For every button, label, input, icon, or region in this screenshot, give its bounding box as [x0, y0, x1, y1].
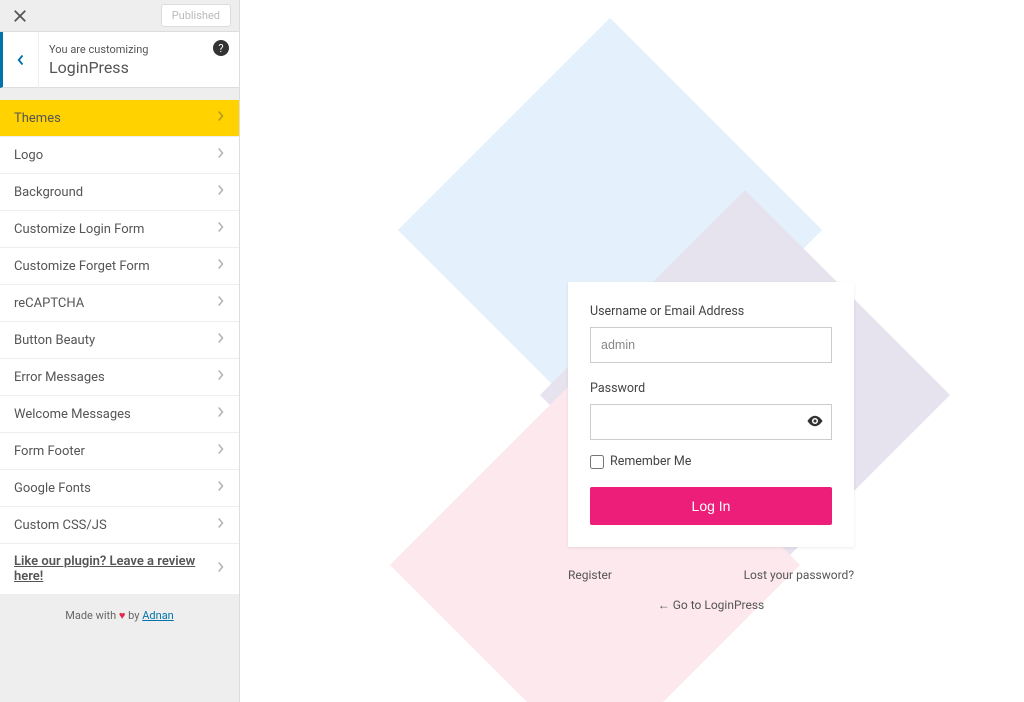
header-subtitle: You are customizing	[49, 43, 229, 56]
chevron-right-icon	[217, 406, 225, 422]
chevron-right-icon	[217, 184, 225, 200]
close-button[interactable]	[0, 0, 40, 32]
username-label: Username or Email Address	[590, 304, 832, 319]
menu-label: reCAPTCHA	[14, 296, 84, 311]
chevron-right-icon	[217, 443, 225, 459]
footer-prefix: Made with	[65, 609, 119, 622]
menu-label: Welcome Messages	[14, 407, 131, 422]
chevron-right-icon	[217, 147, 225, 163]
password-label: Password	[590, 381, 832, 396]
chevron-right-icon	[217, 517, 225, 533]
register-link[interactable]: Register	[568, 568, 612, 582]
toggle-password-button[interactable]	[806, 412, 824, 434]
menu-label: Like our plugin? Leave a review here!	[14, 554, 217, 584]
close-icon	[13, 9, 27, 23]
chevron-right-icon	[217, 295, 225, 311]
menu-item-review[interactable]: Like our plugin? Leave a review here!	[0, 544, 239, 595]
remember-label: Remember Me	[610, 454, 691, 469]
sidebar-menu: Themes Logo Background Customize Login F…	[0, 100, 239, 595]
menu-item-background[interactable]: Background	[0, 174, 239, 211]
chevron-right-icon	[217, 480, 225, 496]
menu-label: Customize Login Form	[14, 222, 144, 237]
chevron-left-icon	[15, 54, 27, 66]
chevron-right-icon	[217, 332, 225, 348]
menu-item-themes[interactable]: Themes	[0, 100, 239, 137]
footer-by: by	[125, 609, 142, 622]
chevron-right-icon	[217, 561, 225, 577]
sidebar-gap	[0, 88, 239, 100]
login-links: Register Lost your password?	[568, 568, 854, 582]
app-root: Published You are customizing LoginPress…	[0, 0, 1024, 702]
menu-label: Custom CSS/JS	[14, 518, 107, 533]
menu-label: Error Messages	[14, 370, 105, 385]
menu-label: Customize Forget Form	[14, 259, 150, 274]
sidebar-topbar: Published	[0, 0, 239, 32]
chevron-right-icon	[217, 221, 225, 237]
menu-label: Logo	[14, 148, 43, 163]
chevron-right-icon	[217, 258, 225, 274]
menu-item-logo[interactable]: Logo	[0, 137, 239, 174]
menu-label: Form Footer	[14, 444, 85, 459]
menu-item-button-beauty[interactable]: Button Beauty	[0, 322, 239, 359]
menu-label: Background	[14, 185, 83, 200]
customizer-sidebar: Published You are customizing LoginPress…	[0, 0, 240, 702]
menu-item-welcome-messages[interactable]: Welcome Messages	[0, 396, 239, 433]
chevron-right-icon	[217, 369, 225, 385]
menu-item-recaptcha[interactable]: reCAPTCHA	[0, 285, 239, 322]
menu-item-form-footer[interactable]: Form Footer	[0, 433, 239, 470]
password-input[interactable]	[590, 404, 832, 440]
remember-me[interactable]: Remember Me	[590, 454, 832, 469]
menu-item-forget-form[interactable]: Customize Forget Form	[0, 248, 239, 285]
header-text: You are customizing LoginPress	[39, 35, 239, 85]
header-title: LoginPress	[49, 58, 229, 77]
publish-status: Published	[161, 4, 231, 27]
menu-item-google-fonts[interactable]: Google Fonts	[0, 470, 239, 507]
sidebar-footer: Made with ♥ by Adnan	[0, 595, 239, 636]
remember-checkbox[interactable]	[590, 455, 604, 469]
lost-password-link[interactable]: Lost your password?	[744, 568, 854, 582]
eye-icon	[806, 412, 824, 430]
back-to-site-link[interactable]: ← Go to LoginPress	[568, 598, 854, 612]
menu-item-custom-css-js[interactable]: Custom CSS/JS	[0, 507, 239, 544]
menu-label: Themes	[14, 111, 61, 126]
sidebar-header: You are customizing LoginPress ?	[0, 32, 239, 88]
chevron-right-icon	[217, 110, 225, 126]
menu-label: Button Beauty	[14, 333, 95, 348]
menu-item-login-form[interactable]: Customize Login Form	[0, 211, 239, 248]
username-input[interactable]	[590, 327, 832, 363]
menu-item-error-messages[interactable]: Error Messages	[0, 359, 239, 396]
back-button[interactable]	[3, 32, 39, 88]
login-form: Username or Email Address Password Remem…	[568, 282, 854, 547]
preview-pane: Username or Email Address Password Remem…	[240, 0, 1024, 702]
menu-label: Google Fonts	[14, 481, 91, 496]
footer-author-link[interactable]: Adnan	[142, 609, 174, 622]
login-button[interactable]: Log In	[590, 487, 832, 525]
password-wrap	[590, 404, 832, 454]
help-button[interactable]: ?	[213, 40, 229, 56]
